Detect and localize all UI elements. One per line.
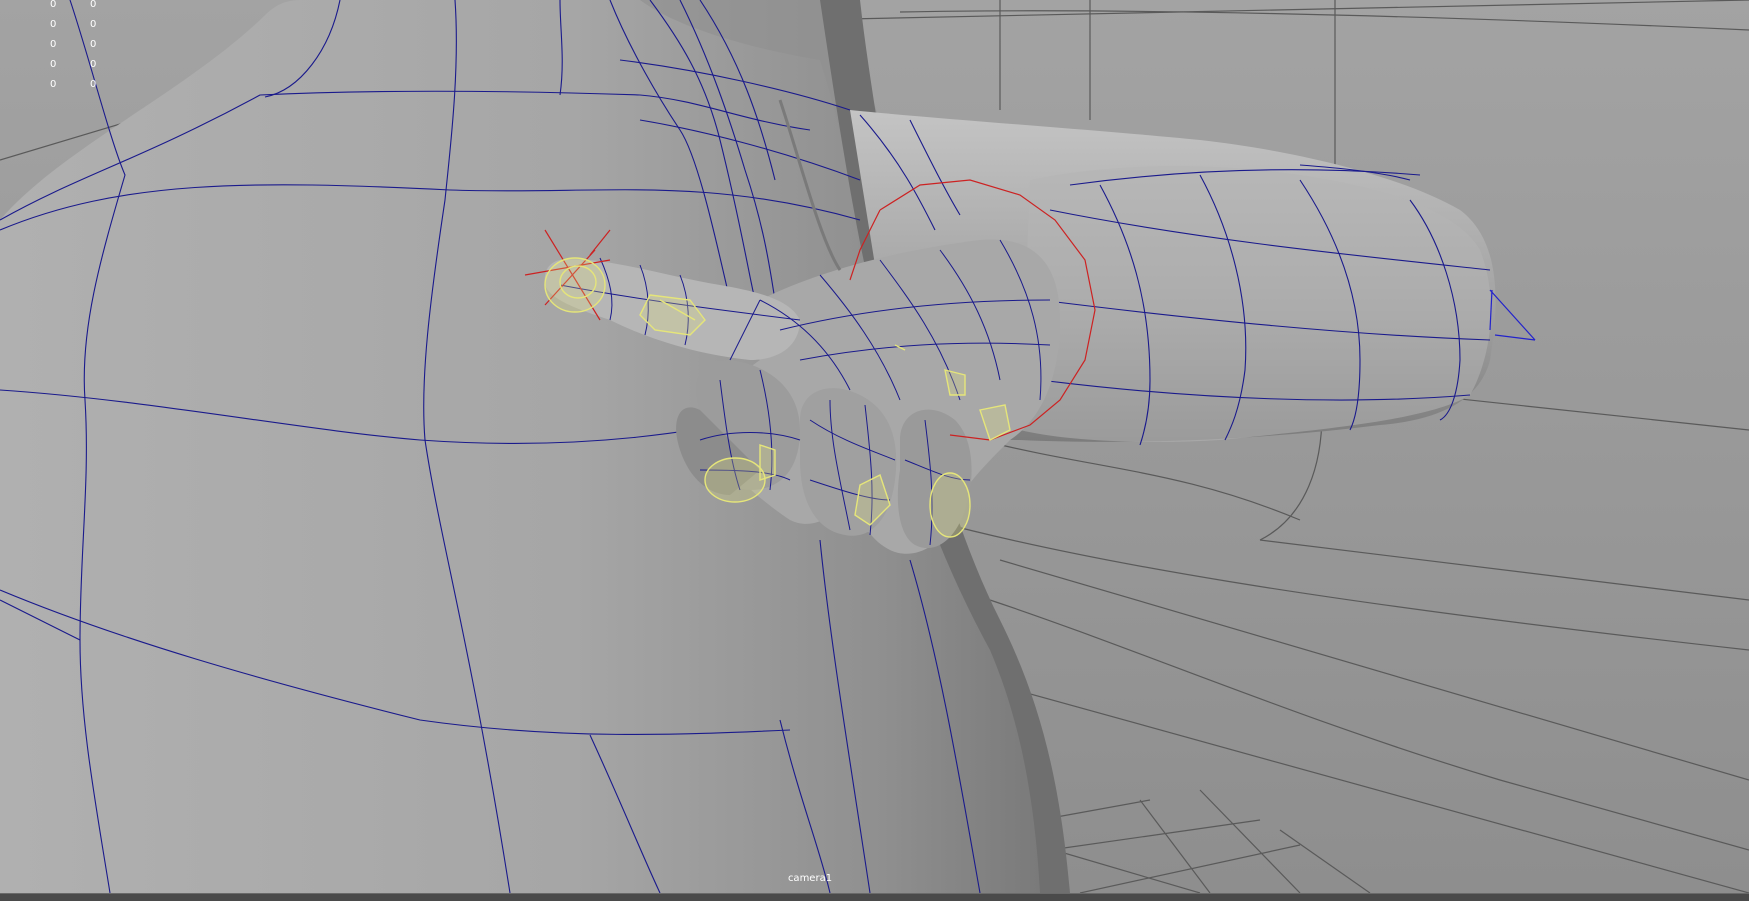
hud-stats: 0 0 0 0 0 0 0 0 0 0 [40,0,120,95]
hud-value: 0 [90,19,97,30]
hud-value: 0 [90,39,97,50]
hud-row: 0 0 [40,75,120,95]
scene-render[interactable] [0,0,1749,893]
hud-row: 0 0 [40,35,120,55]
hud-value: 0 [50,19,57,30]
hud-value: 0 [90,0,97,10]
camera-name-label: camera1 [787,873,833,884]
hud-value: 0 [90,79,97,90]
hud-value: 0 [50,0,57,10]
hud-value: 0 [50,79,57,90]
hud-row: 0 0 [40,15,120,35]
hud-row: 0 0 [40,55,120,75]
blue-axis-manipulator [1489,289,1536,341]
hud-row: 0 0 [40,0,120,15]
hud-value: 0 [50,59,57,70]
3d-viewport[interactable]: 0 0 0 0 0 0 0 0 0 0 camera1 [0,0,1749,893]
hud-value: 0 [50,39,57,50]
hud-value: 0 [90,59,97,70]
